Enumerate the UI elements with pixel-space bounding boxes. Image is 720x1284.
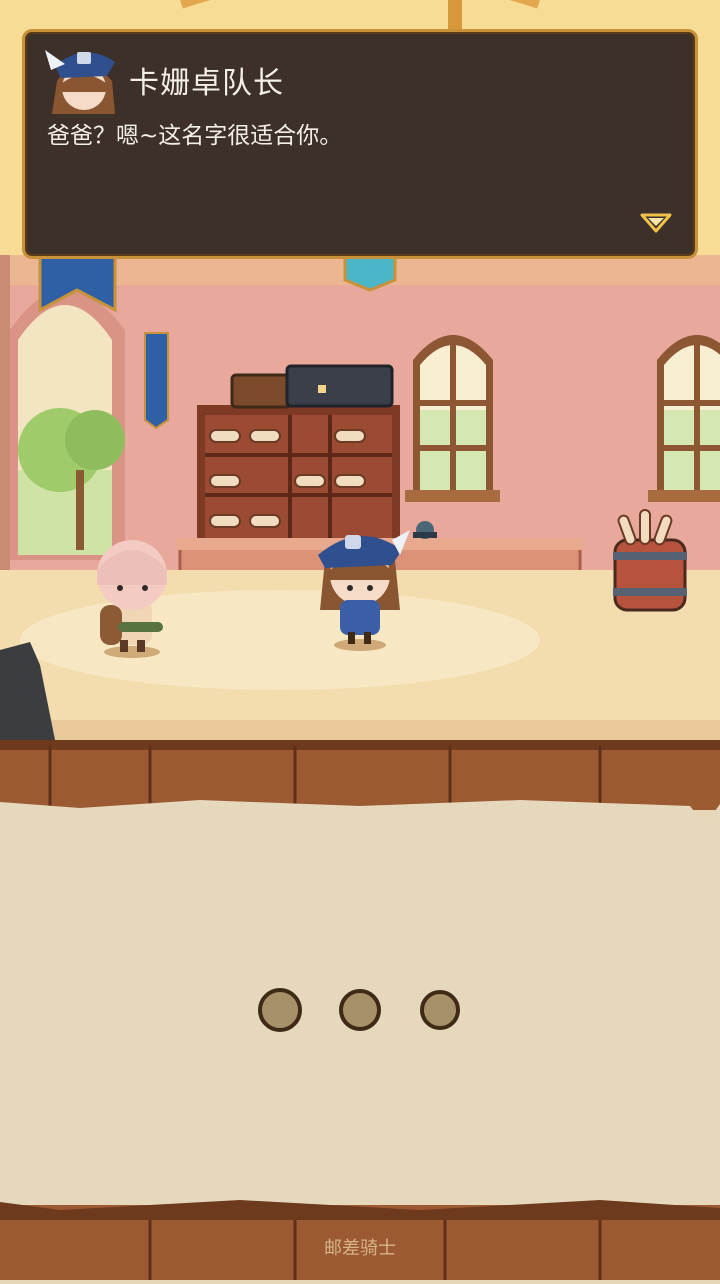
speaker-portrait	[45, 50, 115, 114]
next-arrow-icon[interactable]	[639, 212, 673, 234]
speaker-name: 卡姗卓队长	[129, 66, 284, 101]
dialog-box[interactable]: 卡姗卓队长 爸爸？嗯~这名字很适合你。	[22, 29, 698, 259]
option-dot-2[interactable]	[339, 989, 381, 1031]
choice-dots	[0, 988, 720, 1032]
game-title-watermark: 邮差骑士	[324, 1238, 396, 1259]
option-dot-1[interactable]	[258, 988, 302, 1032]
dialog-line: 爸爸？嗯~这名字很适合你。	[47, 123, 343, 149]
option-dot-3[interactable]	[420, 990, 460, 1030]
